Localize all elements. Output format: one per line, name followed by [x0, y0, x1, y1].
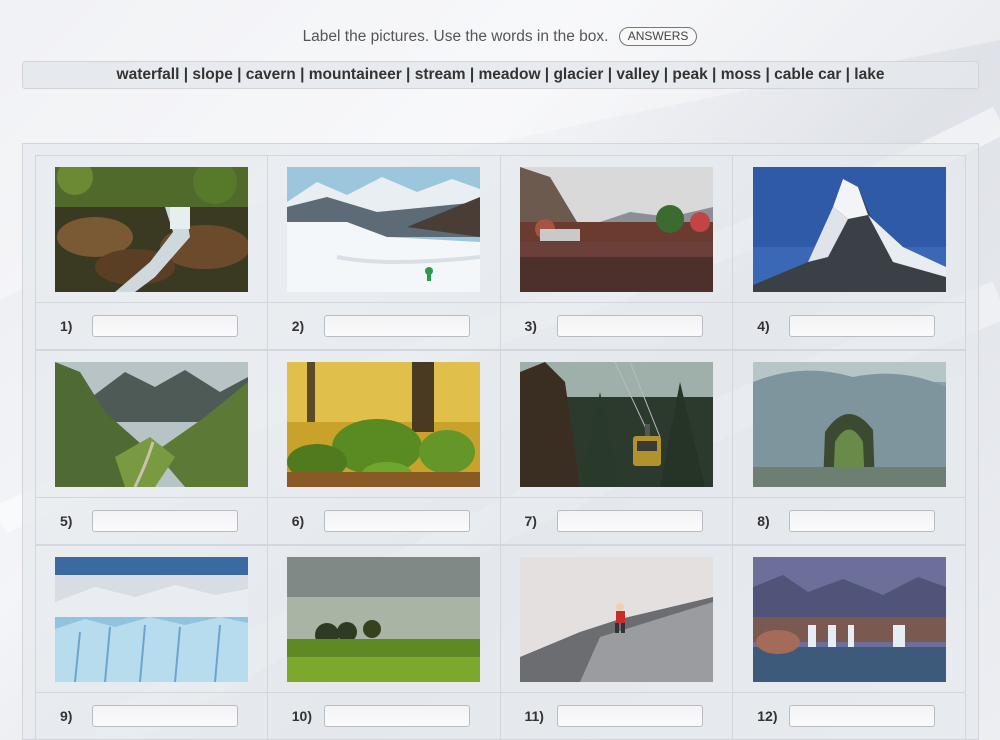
answer-input-7[interactable] — [556, 510, 703, 532]
waterfall-photo — [752, 556, 946, 682]
item-number: 12) — [757, 708, 778, 724]
item-number: 6) — [291, 513, 305, 529]
item-number: 4) — [757, 318, 770, 334]
cable-car-photo — [519, 361, 713, 487]
answer-input-11[interactable] — [556, 705, 703, 727]
mountaineer-photo — [519, 556, 713, 682]
item-number: 7) — [524, 513, 537, 529]
exercise-item: 7) — [500, 350, 734, 545]
instructions-line: Label the pictures. Use the words in the… — [0, 27, 1000, 46]
ski-slope-photo — [287, 166, 481, 292]
exercise-item: 4) — [733, 155, 966, 350]
exercise-panel: 1) 2) 3) 4) 5) 6) 7) 8) 9) 10) 11) 12) — [22, 143, 979, 740]
instructions-text: Label the pictures. Use the words in the… — [302, 28, 609, 45]
answer-input-9[interactable] — [92, 705, 238, 727]
word-box: waterfall | slope | cavern | mountaineer… — [22, 61, 979, 89]
exercise-item: 3) — [500, 155, 734, 350]
item-number: 5) — [60, 513, 73, 529]
exercise-item: 5) — [35, 350, 268, 545]
mountain-peak-photo — [752, 166, 946, 292]
answer-input-8[interactable] — [789, 510, 936, 532]
moss-forest-photo — [287, 361, 481, 487]
exercise-item: 1) — [35, 155, 268, 350]
meadow-photo — [287, 556, 481, 682]
answer-input-6[interactable] — [323, 510, 470, 532]
item-number: 2) — [291, 318, 305, 334]
exercise-item: 8) — [733, 350, 966, 545]
answers-button[interactable]: ANSWERS — [618, 27, 698, 46]
answer-input-10[interactable] — [323, 705, 470, 727]
answer-input-1[interactable] — [92, 315, 238, 337]
picture-grid: 1) 2) 3) 4) 5) 6) 7) 8) 9) 10) 11) 12) — [35, 155, 966, 740]
cavern-photo — [752, 361, 946, 487]
exercise-item: 11) — [500, 545, 734, 740]
answer-input-2[interactable] — [323, 315, 470, 337]
item-number: 1) — [60, 318, 73, 334]
answer-input-12[interactable] — [789, 705, 936, 727]
exercise-item: 9) — [35, 545, 268, 740]
answer-input-4[interactable] — [789, 315, 936, 337]
lake-photo — [519, 166, 713, 292]
exercise-item: 10) — [267, 545, 501, 740]
exercise-item: 12) — [733, 545, 966, 740]
item-number: 10) — [291, 708, 312, 724]
stream-photo — [54, 166, 248, 292]
answer-input-3[interactable] — [556, 315, 703, 337]
item-number: 3) — [524, 318, 537, 334]
item-number: 11) — [524, 708, 544, 724]
valley-photo — [54, 361, 248, 487]
exercise-item: 6) — [267, 350, 501, 545]
answer-input-5[interactable] — [92, 510, 238, 532]
item-number: 8) — [757, 513, 770, 529]
glacier-photo — [54, 556, 248, 682]
exercise-item: 2) — [267, 155, 501, 350]
item-number: 9) — [60, 708, 73, 724]
